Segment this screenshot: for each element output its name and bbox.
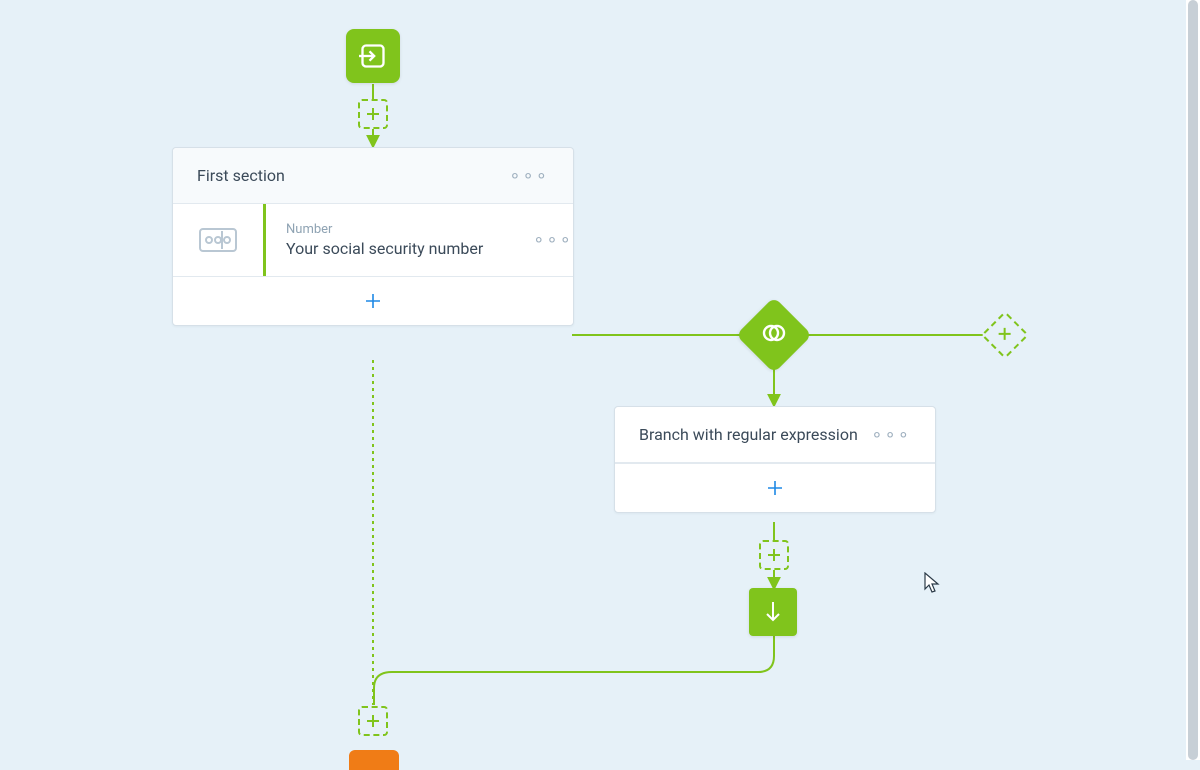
number-icon-wrap: [173, 204, 263, 276]
scrollbar-thumb[interactable]: [1188, 0, 1198, 760]
field-type-label: Number: [286, 222, 521, 237]
branch-title: Branch with regular expression: [639, 425, 858, 444]
add-between-start-and-section[interactable]: [358, 99, 388, 129]
plus-icon: [365, 293, 381, 309]
branch-icon: [760, 319, 788, 347]
number-icon: [199, 228, 237, 252]
branch-card[interactable]: Branch with regular expression ∘∘∘: [614, 406, 936, 513]
section-add-button[interactable]: [173, 276, 573, 325]
section-card-header[interactable]: First section ∘∘∘: [173, 148, 573, 204]
section-card[interactable]: First section ∘∘∘ Number Your social sec…: [172, 147, 574, 326]
connector-canvas: [0, 0, 1200, 760]
branch-node[interactable]: [736, 297, 812, 373]
vertical-scrollbar[interactable]: [1186, 0, 1200, 760]
section-title: First section: [197, 166, 285, 185]
add-branch-right[interactable]: [981, 311, 1029, 359]
end-node-partial[interactable]: [349, 750, 399, 770]
branch-card-header[interactable]: Branch with regular expression ∘∘∘: [615, 407, 935, 463]
entry-icon: [359, 42, 387, 70]
start-node[interactable]: [346, 29, 400, 83]
add-between-branch-and-jump[interactable]: [759, 540, 789, 570]
jump-node[interactable]: [749, 588, 797, 636]
section-field-row[interactable]: Number Your social security number ∘∘∘: [173, 204, 573, 276]
arrow-down-icon: [763, 601, 783, 623]
plus-icon: [767, 548, 781, 562]
plus-icon: [366, 714, 380, 728]
cursor-icon: [924, 572, 940, 594]
add-bottom[interactable]: [358, 706, 388, 736]
plus-icon: [366, 107, 380, 121]
plus-icon: [767, 480, 783, 496]
branch-add-button[interactable]: [615, 463, 935, 512]
plus-icon: [998, 327, 1012, 341]
field-title: Your social security number: [286, 239, 521, 258]
